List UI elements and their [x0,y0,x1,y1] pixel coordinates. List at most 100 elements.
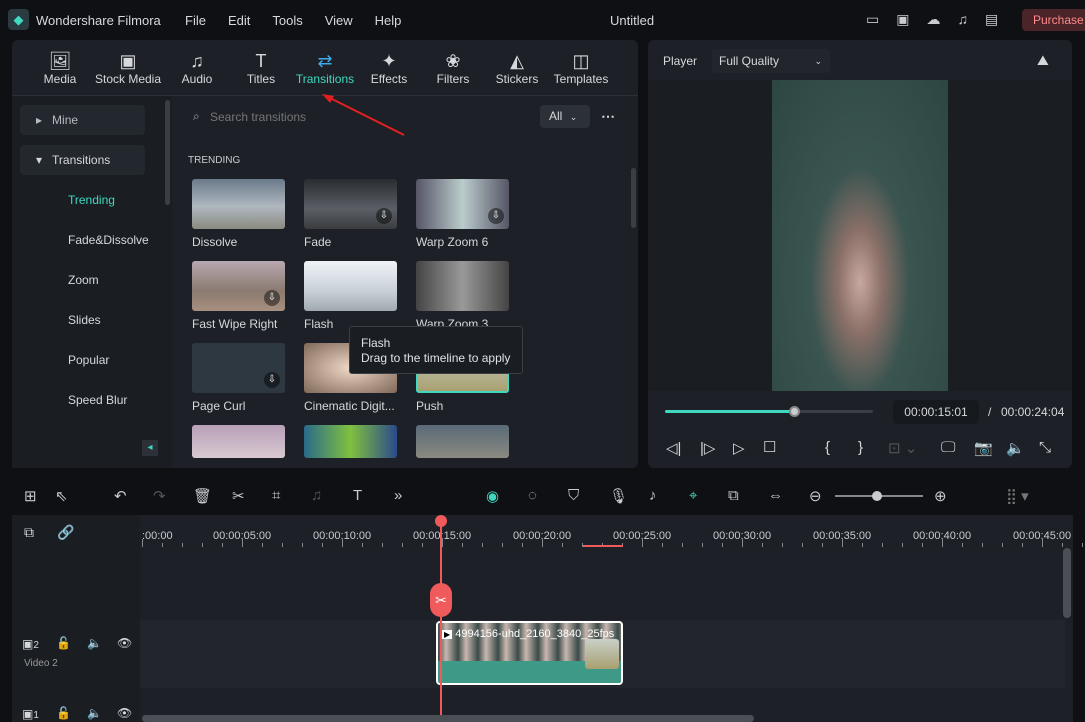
sidebar-transitions[interactable]: ▾ Transitions [20,145,145,175]
thumb-fade[interactable]: ⇩ [304,179,397,229]
tab-titles[interactable]: T Titles [241,50,281,86]
thumb-flash[interactable] [304,261,397,311]
sidebar-item-speed-blur[interactable]: Speed Blur [20,385,145,415]
ruler-tick-mark [882,543,883,547]
thumb-page-curl[interactable]: ⇩ [192,343,285,393]
select-pointer-icon[interactable]: ⇖ [55,487,68,505]
link-icon[interactable]: 🔗 [57,524,74,541]
video-clip[interactable]: ▶ 4994156-uhd_2160_3840_25fps [436,621,623,685]
microphone-icon[interactable]: 🎙 [609,487,628,505]
thumb-dissolve[interactable] [192,179,285,229]
audio-mix-icon[interactable]: ♪ [649,487,657,504]
sidebar-item-zoom[interactable]: Zoom [20,265,145,295]
layout-icon[interactable]: ▭ [866,11,896,27]
download-icon[interactable]: ⇩ [264,372,280,388]
layout-grid-icon[interactable]: ⊞ [24,487,37,505]
stop-icon[interactable]: ☐ [763,438,776,456]
track-1-icon: ▣1 [22,707,39,721]
sidebar-scrollbar[interactable] [165,100,170,205]
more-options-icon[interactable]: ⋯ [601,108,615,125]
tab-templates[interactable]: ◫ Templates [553,50,609,86]
thumb-warp-zoom-3[interactable] [416,261,509,311]
thumb-row4-2[interactable] [304,425,397,458]
notification-icon[interactable]: ▤ [985,11,1015,27]
menu-tools[interactable]: Tools [272,13,302,28]
tab-audio[interactable]: ♫ Audio [177,50,217,86]
grid-scrollbar[interactable] [631,168,636,228]
download-icon[interactable]: ⇩ [376,208,392,224]
sidebar-item-trending[interactable]: Trending [20,185,145,215]
filter-dropdown[interactable]: All ⌄ [540,105,590,128]
delete-icon[interactable]: 🗑 [193,487,212,505]
track-layout-icon[interactable]: ⣿ ▾ [1006,487,1029,505]
timeline-hscrollbar[interactable] [142,715,754,722]
ruler-tick-mark [142,539,143,547]
track-1-lock-icon[interactable]: 🔓 [56,706,71,720]
render-preview-icon[interactable]: ◌ [528,487,537,504]
track-1-visibility-icon[interactable]: 👁 [117,706,132,720]
zoom-in-icon[interactable]: ⊕ [934,487,947,505]
menu-edit[interactable]: Edit [228,13,250,28]
marker-icon[interactable]: ⛉ [568,487,579,504]
snapshot-camera-icon[interactable]: 📷 [974,439,993,457]
auto-reframe-icon[interactable]: ⧉ [728,487,739,504]
play-icon[interactable]: ▷ [733,439,745,457]
add-track-icon[interactable]: ⧉ [24,524,34,541]
purchase-button[interactable]: Purchase [1022,9,1085,31]
playhead-line[interactable] [440,516,442,722]
thumb-fast-wipe-right[interactable]: ⇩ [192,261,285,311]
tab-stock-media[interactable]: ▣ Stock Media [93,50,163,86]
split-scissors-icon[interactable]: ✂ [232,487,245,505]
headset-icon[interactable]: ♫ [957,11,985,27]
zoom-slider-handle[interactable] [872,491,882,501]
progress-fill [665,410,794,413]
thumb-row4-1[interactable] [192,425,285,458]
track-2-lock-icon[interactable]: 🔓 [56,636,71,650]
crop-icon[interactable]: ⌗ [272,487,280,504]
zoom-out-icon[interactable]: ⊖ [809,487,822,505]
current-time[interactable]: 00:00:15:01 [893,400,979,424]
menu-help[interactable]: Help [375,13,402,28]
ai-copilot-icon[interactable]: ◉ [486,487,499,505]
menu-file[interactable]: File [185,13,206,28]
playhead-split-button[interactable]: ✂ [430,583,452,617]
next-frame-icon[interactable]: |▷ [700,439,715,457]
thumb-row4-3[interactable] [416,425,509,458]
track-2-audio-icon[interactable]: 🔈 [87,636,102,650]
display-settings-icon[interactable]: 🖵 [941,439,955,456]
volume-icon[interactable]: 🔈 [1006,439,1025,457]
timeline-vscrollbar[interactable] [1063,548,1071,618]
text-icon[interactable]: T [353,487,362,504]
search-input[interactable] [210,106,510,128]
prev-frame-icon[interactable]: ◁| [666,439,681,457]
sidebar-item-slides[interactable]: Slides [20,305,145,335]
track-2-visibility-icon[interactable]: 👁 [117,636,132,650]
cloud-icon[interactable]: ☁ [926,11,957,27]
snap-icon[interactable]: ⌖ [689,487,697,504]
progress-handle[interactable] [788,406,800,417]
thumb-warp-zoom-6[interactable]: ⇩ [416,179,509,229]
mark-out-icon[interactable]: } [858,439,863,456]
undo-icon[interactable]: ↶ [114,487,127,505]
tab-transitions[interactable]: ⇄ Transitions [293,50,357,86]
save-icon[interactable]: ▣ [896,11,926,27]
sidebar-mine[interactable]: ▸ Mine [20,105,145,135]
more-tools-icon[interactable]: » [394,487,402,504]
fit-icon[interactable]: ⇔ [768,487,783,504]
menu-view[interactable]: View [325,13,353,28]
tab-stickers[interactable]: ◭ Stickers [495,50,539,86]
sidebar-item-fade-dissolve[interactable]: Fade&Dissolve [20,225,149,255]
sidebar-item-popular[interactable]: Popular [20,345,145,375]
quality-dropdown[interactable]: Full Quality ⌄ [712,49,830,73]
mark-in-icon[interactable]: { [825,439,830,456]
tab-effects[interactable]: ✦ Effects [368,50,410,86]
collapse-sidebar-button[interactable]: ◂ [142,440,158,456]
download-icon[interactable]: ⇩ [264,290,280,306]
playhead-handle[interactable] [435,515,447,527]
tab-filters[interactable]: ❀ Filters [435,50,471,86]
tab-media[interactable]: 🖼 Media [40,50,80,86]
download-icon[interactable]: ⇩ [488,208,504,224]
fullscreen-icon[interactable]: ⤡ [1039,439,1051,456]
track-1-audio-icon[interactable]: 🔈 [87,706,102,720]
snapshot-view-icon[interactable]: ⛰ [1037,52,1049,69]
